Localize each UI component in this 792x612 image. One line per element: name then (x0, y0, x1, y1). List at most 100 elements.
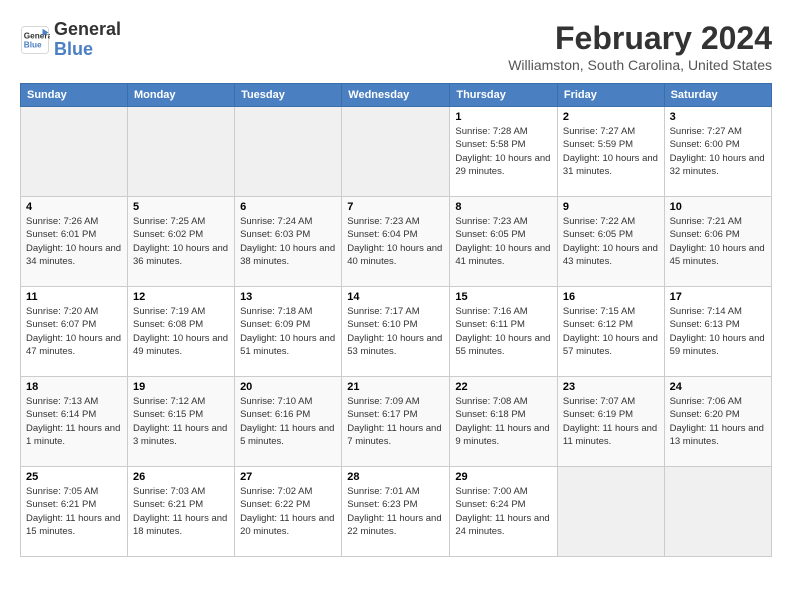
day-cell: 2Sunrise: 7:27 AMSunset: 5:59 PMDaylight… (557, 107, 664, 197)
day-cell: 16 Sunrise: 7:15 AMSunset: 6:12 PMDayligh… (557, 287, 664, 377)
day-number: 16 (563, 291, 659, 303)
logo-text: General Blue (54, 20, 121, 60)
weekday-header-saturday: Saturday (664, 84, 771, 107)
day-number: 13 (240, 291, 336, 303)
day-number: 4 (26, 201, 122, 213)
day-cell: 9Sunrise: 7:22 AMSunset: 6:05 PMDaylight… (557, 197, 664, 287)
day-info: Sunrise: 7:13 AMSunset: 6:14 PMDaylight:… (26, 395, 122, 448)
weekday-header-friday: Friday (557, 84, 664, 107)
day-number: 15 (455, 291, 552, 303)
day-cell: 23 Sunrise: 7:07 AMSunset: 6:19 PMDayligh… (557, 377, 664, 467)
day-cell: 28 Sunrise: 7:01 AMSunset: 6:23 PMDayligh… (342, 467, 450, 557)
day-info: Sunrise: 7:09 AMSunset: 6:17 PMDaylight:… (347, 395, 444, 448)
day-cell: 1 Sunrise: 7:28 AMSunset: 5:58 PMDaylight… (450, 107, 558, 197)
day-info: Sunrise: 7:18 AMSunset: 6:09 PMDaylight:… (240, 305, 336, 358)
day-info: Sunrise: 7:05 AMSunset: 6:21 PMDaylight:… (26, 485, 122, 538)
day-number: 6 (240, 201, 336, 213)
day-number: 5 (133, 201, 229, 213)
day-info: Sunrise: 7:23 AMSunset: 6:04 PMDaylight:… (347, 215, 444, 268)
weekday-header-sunday: Sunday (21, 84, 128, 107)
day-info: Sunrise: 7:28 AMSunset: 5:58 PMDaylight:… (455, 125, 552, 178)
day-number: 24 (670, 381, 766, 393)
svg-text:Blue: Blue (24, 40, 42, 49)
day-info: Sunrise: 7:14 AMSunset: 6:13 PMDaylight:… (670, 305, 766, 358)
day-info: Sunrise: 7:01 AMSunset: 6:23 PMDaylight:… (347, 485, 444, 538)
day-info: Sunrise: 7:24 AMSunset: 6:03 PMDaylight:… (240, 215, 336, 268)
day-number: 23 (563, 381, 659, 393)
weekday-header-thursday: Thursday (450, 84, 558, 107)
weekday-header-monday: Monday (127, 84, 234, 107)
day-cell: 25 Sunrise: 7:05 AMSunset: 6:21 PMDayligh… (21, 467, 128, 557)
day-number: 25 (26, 471, 122, 483)
day-cell (235, 107, 342, 197)
day-number: 19 (133, 381, 229, 393)
day-number: 17 (670, 291, 766, 303)
day-number: 27 (240, 471, 336, 483)
day-cell: 6 Sunrise: 7:24 AMSunset: 6:03 PMDaylight… (235, 197, 342, 287)
day-number: 3 (670, 111, 766, 123)
day-cell (127, 107, 234, 197)
day-info: Sunrise: 7:00 AMSunset: 6:24 PMDaylight:… (455, 485, 552, 538)
week-row-5: 25 Sunrise: 7:05 AMSunset: 6:21 PMDayligh… (21, 467, 772, 557)
day-number: 2 (563, 111, 659, 123)
week-row-4: 18 Sunrise: 7:13 AMSunset: 6:14 PMDayligh… (21, 377, 772, 467)
day-cell: 11Sunrise: 7:20 AMSunset: 6:07 PMDayligh… (21, 287, 128, 377)
day-cell: 12 Sunrise: 7:19 AMSunset: 6:08 PMDayligh… (127, 287, 234, 377)
day-number: 9 (563, 201, 659, 213)
day-info: Sunrise: 7:23 AMSunset: 6:05 PMDaylight:… (455, 215, 552, 268)
day-number: 28 (347, 471, 444, 483)
day-cell (21, 107, 128, 197)
day-number: 8 (455, 201, 552, 213)
weekday-header-wednesday: Wednesday (342, 84, 450, 107)
day-number: 11 (26, 291, 122, 303)
day-cell: 27 Sunrise: 7:02 AMSunset: 6:22 PMDayligh… (235, 467, 342, 557)
day-cell (342, 107, 450, 197)
day-info: Sunrise: 7:12 AMSunset: 6:15 PMDaylight:… (133, 395, 229, 448)
day-cell: 20 Sunrise: 7:10 AMSunset: 6:16 PMDayligh… (235, 377, 342, 467)
month-title: February 2024 (508, 20, 772, 57)
day-info: Sunrise: 7:02 AMSunset: 6:22 PMDaylight:… (240, 485, 336, 538)
day-number: 26 (133, 471, 229, 483)
day-info: Sunrise: 7:15 AMSunset: 6:12 PMDaylight:… (563, 305, 659, 358)
day-number: 22 (455, 381, 552, 393)
day-cell: 7 Sunrise: 7:23 AMSunset: 6:04 PMDaylight… (342, 197, 450, 287)
logo: General Blue General Blue (20, 20, 121, 60)
day-cell (664, 467, 771, 557)
day-info: Sunrise: 7:16 AMSunset: 6:11 PMDaylight:… (455, 305, 552, 358)
day-number: 29 (455, 471, 552, 483)
day-cell: 15 Sunrise: 7:16 AMSunset: 6:11 PMDayligh… (450, 287, 558, 377)
day-cell (557, 467, 664, 557)
day-info: Sunrise: 7:10 AMSunset: 6:16 PMDaylight:… (240, 395, 336, 448)
day-number: 1 (455, 111, 552, 123)
weekday-header-tuesday: Tuesday (235, 84, 342, 107)
logo-icon: General Blue (20, 25, 50, 55)
day-cell: 3 Sunrise: 7:27 AMSunset: 6:00 PMDaylight… (664, 107, 771, 197)
day-number: 18 (26, 381, 122, 393)
day-info: Sunrise: 7:21 AMSunset: 6:06 PMDaylight:… (670, 215, 766, 268)
day-info: Sunrise: 7:19 AMSunset: 6:08 PMDaylight:… (133, 305, 229, 358)
day-number: 12 (133, 291, 229, 303)
day-number: 21 (347, 381, 444, 393)
day-cell: 21 Sunrise: 7:09 AMSunset: 6:17 PMDayligh… (342, 377, 450, 467)
day-info: Sunrise: 7:26 AMSunset: 6:01 PMDaylight:… (26, 215, 122, 268)
day-number: 10 (670, 201, 766, 213)
weekday-header-row: SundayMondayTuesdayWednesdayThursdayFrid… (21, 84, 772, 107)
week-row-1: 1 Sunrise: 7:28 AMSunset: 5:58 PMDaylight… (21, 107, 772, 197)
day-cell: 22Sunrise: 7:08 AMSunset: 6:18 PMDayligh… (450, 377, 558, 467)
calendar-table: SundayMondayTuesdayWednesdayThursdayFrid… (20, 83, 772, 557)
day-number: 7 (347, 201, 444, 213)
day-info: Sunrise: 7:27 AMSunset: 6:00 PMDaylight:… (670, 125, 766, 178)
day-info: Sunrise: 7:17 AMSunset: 6:10 PMDaylight:… (347, 305, 444, 358)
day-cell: 14Sunrise: 7:17 AMSunset: 6:10 PMDayligh… (342, 287, 450, 377)
day-info: Sunrise: 7:07 AMSunset: 6:19 PMDaylight:… (563, 395, 659, 448)
day-cell: 26Sunrise: 7:03 AMSunset: 6:21 PMDayligh… (127, 467, 234, 557)
day-cell: 24Sunrise: 7:06 AMSunset: 6:20 PMDayligh… (664, 377, 771, 467)
day-cell: 29 Sunrise: 7:00 AMSunset: 6:24 PMDayligh… (450, 467, 558, 557)
week-row-3: 11Sunrise: 7:20 AMSunset: 6:07 PMDayligh… (21, 287, 772, 377)
location: Williamston, South Carolina, United Stat… (508, 57, 772, 73)
day-cell: 5Sunrise: 7:25 AMSunset: 6:02 PMDaylight… (127, 197, 234, 287)
title-block: February 2024 Williamston, South Carolin… (508, 20, 772, 73)
day-number: 20 (240, 381, 336, 393)
day-cell: 18 Sunrise: 7:13 AMSunset: 6:14 PMDayligh… (21, 377, 128, 467)
day-cell: 8 Sunrise: 7:23 AMSunset: 6:05 PMDaylight… (450, 197, 558, 287)
